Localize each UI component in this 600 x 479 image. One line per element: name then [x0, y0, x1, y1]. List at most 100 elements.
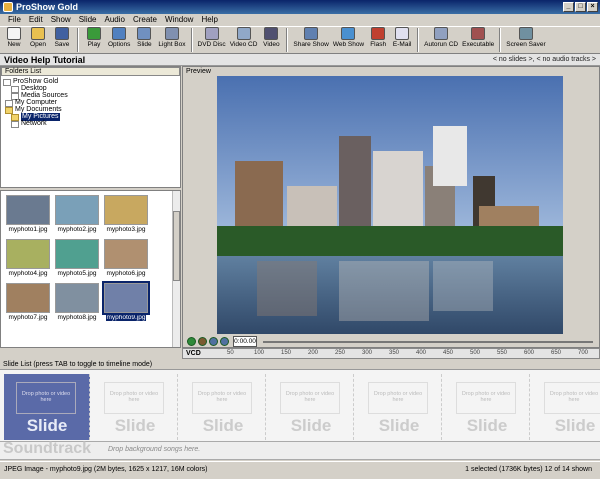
toolbar-webshow-button[interactable]: Web Show: [331, 27, 366, 53]
toolbar-flash-button[interactable]: Flash: [366, 27, 390, 53]
toolbar-separator: [286, 28, 289, 52]
file-browser-scrollbar[interactable]: [172, 191, 180, 347]
timeline-tick: 400: [416, 350, 427, 356]
toolbar-autorun-button[interactable]: Autorun CD: [422, 27, 460, 53]
soundtrack-label: Soundtrack: [3, 440, 92, 457]
menu-file[interactable]: File: [4, 14, 25, 26]
slide-drop-hint: Drop photo or video here: [280, 382, 340, 414]
timeline-tick: 550: [497, 350, 508, 356]
menu-audio[interactable]: Audio: [101, 14, 129, 26]
toolbar-new-button[interactable]: New: [2, 27, 26, 53]
file-thumbnail[interactable]: myphoto8.jpg: [55, 283, 99, 321]
close-button[interactable]: ×: [587, 2, 598, 12]
timeline-tick: 350: [389, 350, 400, 356]
toolbar-email-button[interactable]: E-Mail: [390, 27, 414, 53]
save-icon: [55, 27, 69, 40]
toolbar-label: E-Mail: [392, 41, 412, 48]
folder-item[interactable]: Network: [11, 120, 47, 128]
toolbar-options-button[interactable]: Options: [106, 27, 132, 53]
scroll-thumb[interactable]: [173, 211, 180, 281]
toolbar-screensaver-button[interactable]: Screen Saver: [504, 27, 547, 53]
app-icon: [3, 78, 11, 86]
timeline-tick: 600: [524, 350, 535, 356]
slide-slot[interactable]: Drop photo or video here Slide: [268, 374, 354, 440]
toolbar-video-button[interactable]: Video: [259, 27, 283, 53]
title-bar: ProShow Gold _ □ ×: [0, 0, 600, 14]
slide-slot[interactable]: Drop photo or video here Slide: [532, 374, 600, 440]
soundtrack-bar[interactable]: Soundtrack Drop background songs here.: [0, 440, 600, 460]
toolbar-label: Save: [54, 41, 70, 48]
menu-edit[interactable]: Edit: [25, 14, 47, 26]
toolbar-dvd-button[interactable]: DVD Disc: [196, 27, 228, 53]
toolbar-label: Light Box: [158, 41, 186, 48]
file-name: myphoto9.jpg: [106, 314, 146, 321]
toolbar-lightbox-button[interactable]: Light Box: [156, 27, 187, 53]
next-icon[interactable]: [220, 337, 229, 346]
status-selection-info: 1 selected (1736K bytes) 12 of 14 shown: [465, 466, 592, 473]
slide-slot[interactable]: Drop photo or video here Slide: [444, 374, 530, 440]
dvd-icon: [204, 27, 219, 40]
autorun-icon: [434, 27, 449, 40]
timeline-tick: 50: [227, 350, 234, 356]
toolbar-open-button[interactable]: Open: [26, 27, 50, 53]
stop-icon[interactable]: [198, 337, 207, 346]
toolbar-label: DVD Disc: [197, 41, 226, 48]
previous-icon[interactable]: [209, 337, 218, 346]
maximize-button[interactable]: □: [575, 2, 586, 12]
executable-icon: [471, 27, 486, 40]
file-name: myphoto5.jpg: [57, 270, 97, 277]
toolbar-executable-button[interactable]: Executable: [460, 27, 496, 53]
new-icon: [7, 27, 21, 40]
file-thumbnail[interactable]: myphoto3.jpg: [104, 195, 148, 233]
slide-label: Slide: [554, 416, 596, 435]
menu-create[interactable]: Create: [129, 14, 161, 26]
file-thumbnail[interactable]: myphoto7.jpg: [6, 283, 50, 321]
toolbar-videocd-button[interactable]: Video CD: [228, 27, 260, 53]
file-name: myphoto2.jpg: [57, 226, 97, 233]
folders-heading: Folders List: [1, 67, 180, 76]
toolbar-label: Video: [263, 41, 280, 48]
slide-label: Slide: [466, 416, 508, 435]
file-thumbnail[interactable]: myphoto4.jpg: [6, 239, 50, 277]
file-thumbnail[interactable]: myphoto6.jpg: [104, 239, 148, 277]
scrubber-track[interactable]: [263, 341, 593, 343]
file-thumbnail[interactable]: myphoto5.jpg: [55, 239, 99, 277]
toolbar-play-button[interactable]: Play: [82, 27, 106, 53]
slide-drop-hint: Drop photo or video here: [16, 382, 76, 414]
project-header: Video Help Tutorial < no slides >, < no …: [0, 54, 600, 66]
timeline-tick: 500: [470, 350, 481, 356]
slide-slot[interactable]: Drop photo or video here Slide: [356, 374, 442, 440]
video-icon: [264, 27, 279, 40]
timeline-tick: 300: [362, 350, 373, 356]
file-name: myphoto4.jpg: [8, 270, 48, 277]
minimize-button[interactable]: _: [563, 2, 574, 12]
menu-show[interactable]: Show: [47, 14, 75, 26]
open-icon: [31, 27, 45, 40]
menu-window[interactable]: Window: [161, 14, 197, 26]
slide-drop-hint: Drop photo or video here: [544, 382, 600, 414]
slide-drop-hint: Drop photo or video here: [456, 382, 516, 414]
menu-slide[interactable]: Slide: [75, 14, 101, 26]
slide-list-heading[interactable]: Slide List (press TAB to toggle to timel…: [0, 359, 600, 370]
slide-slot[interactable]: Drop photo or video here Slide: [180, 374, 266, 440]
toolbar-save-button[interactable]: Save: [50, 27, 74, 53]
app-icon: [3, 2, 13, 12]
timeline-tick: 650: [551, 350, 562, 356]
slide-drop-hint: Drop photo or video here: [192, 382, 252, 414]
file-thumbnail[interactable]: myphoto1.jpg: [6, 195, 50, 233]
file-thumbnail[interactable]: myphoto2.jpg: [55, 195, 99, 233]
file-thumbnail[interactable]: myphoto9.jpg: [102, 281, 150, 321]
slide-label: Slide: [202, 416, 244, 435]
slide-drop-hint: Drop photo or video here: [368, 382, 428, 414]
timeline-tick: 200: [308, 350, 319, 356]
toolbar-share-button[interactable]: Share Show: [291, 27, 330, 53]
slide-slot[interactable]: Drop photo or video here Slide: [92, 374, 178, 440]
play-icon[interactable]: [187, 337, 196, 346]
toolbar-separator: [417, 28, 420, 52]
slide-slot[interactable]: Drop photo or video here Slide: [4, 374, 90, 440]
toolbar-slide-button[interactable]: Slide: [132, 27, 156, 53]
menu-help[interactable]: Help: [197, 14, 221, 26]
timeline-tick: 150: [281, 350, 292, 356]
toolbar-label: Web Show: [332, 41, 365, 48]
slide-icon: [137, 27, 152, 40]
